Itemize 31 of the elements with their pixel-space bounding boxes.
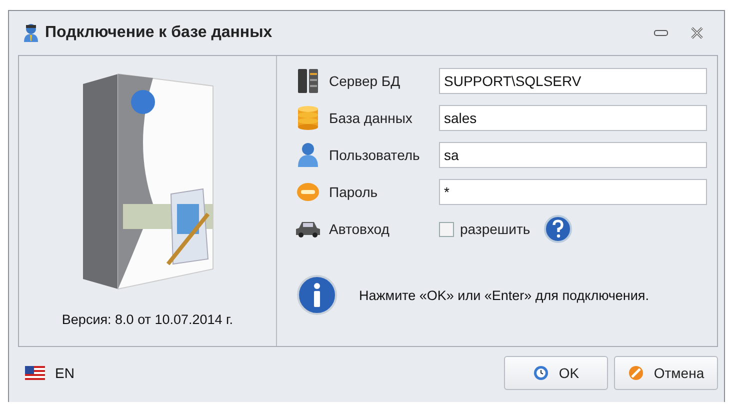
- server-input-field[interactable]: SUPPORT\SQLSERV: [439, 68, 707, 94]
- language-selector[interactable]: EN: [25, 365, 74, 381]
- close-icon: [690, 27, 704, 39]
- flag-icon: [25, 366, 45, 380]
- checkbox-label: разрешить: [460, 221, 530, 237]
- field-label: Пароль: [329, 184, 379, 200]
- window-title: Подключение к базе данных: [45, 24, 272, 42]
- version-text: Версия: 8.0 от 10.07.2014 г.: [62, 312, 234, 327]
- user-icon: [23, 23, 39, 43]
- cancel-icon: [628, 365, 644, 381]
- user-icon: [297, 142, 319, 168]
- ok-button[interactable]: OK: [504, 356, 608, 390]
- autologin-checkbox[interactable]: [439, 222, 454, 236]
- minimize-icon: [654, 29, 668, 37]
- hint-text: Нажмите «OK» или «Enter» для подключения.: [359, 288, 649, 302]
- server-icon: [297, 68, 319, 94]
- password-input-field[interactable]: *: [439, 179, 707, 205]
- user-input-field[interactable]: sa: [439, 142, 707, 168]
- clock-icon: [532, 365, 549, 381]
- language-label: EN: [55, 365, 74, 381]
- field-label: Сервер БД: [329, 73, 402, 89]
- info-icon: [297, 275, 337, 315]
- autologin-label: Автовход: [329, 221, 390, 237]
- database-icon: [297, 105, 319, 131]
- field-label: База данных: [329, 110, 414, 126]
- cancel-button[interactable]: Отмена: [614, 356, 718, 390]
- field-label: Пользователь: [329, 147, 421, 163]
- car-icon: [295, 220, 321, 238]
- password-icon: [296, 182, 320, 202]
- database-input-field[interactable]: sales: [439, 105, 707, 131]
- help-icon[interactable]: [544, 215, 572, 243]
